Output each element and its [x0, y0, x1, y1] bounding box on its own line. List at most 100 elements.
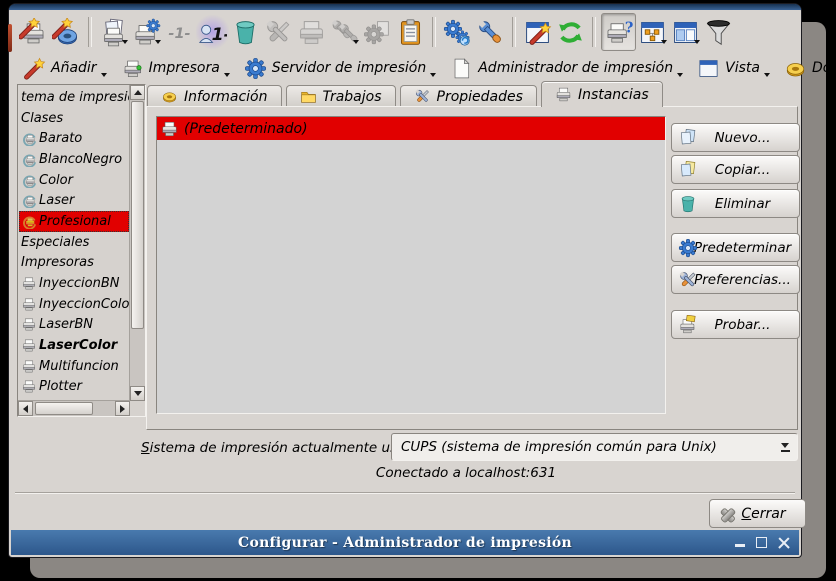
gear-icon	[244, 57, 267, 80]
view-columns-button[interactable]	[669, 14, 702, 50]
arrow-up-icon	[134, 86, 142, 95]
view-tree-button[interactable]	[636, 14, 669, 50]
folder-icon	[300, 88, 317, 105]
scroll-right-button[interactable]	[115, 401, 130, 416]
toolbar-separator	[592, 17, 596, 47]
remove-printer-button[interactable]	[229, 14, 262, 50]
maximize-button[interactable]	[756, 537, 767, 548]
funnel-icon	[704, 18, 733, 47]
menu-label: Impresora	[149, 60, 220, 76]
copy-instance-button[interactable]: Copiar...	[671, 155, 800, 184]
add-class-icon	[52, 18, 81, 47]
tree-item-multifuncion[interactable]: Multifuncion	[19, 356, 129, 377]
footer-divider	[15, 492, 795, 494]
menu-add[interactable]: Añadir	[23, 57, 107, 80]
printer-tree: tema de impresión Clases Barato BlancoNe…	[19, 87, 129, 400]
arrow-left-icon	[19, 405, 28, 413]
document-icon	[450, 57, 473, 80]
tab-instancias-active[interactable]: Instancias	[541, 81, 663, 107]
chevron-underline	[781, 450, 790, 452]
horizontal-scroll-thumb[interactable]	[35, 402, 93, 415]
minimize-button[interactable]	[735, 544, 745, 547]
close-dialog-button[interactable]: Cerrar	[709, 499, 806, 528]
refresh-button[interactable]	[554, 14, 587, 50]
menu-print-manager[interactable]: Administrador de impresión	[450, 57, 683, 80]
tree-item-laser[interactable]: Laser	[19, 190, 129, 211]
add-printer-wizard-button[interactable]	[17, 14, 50, 50]
window-controls	[735, 530, 790, 555]
dropdown-caret-icon	[764, 73, 770, 80]
printer-icon	[297, 18, 326, 47]
vertical-scroll-thumb[interactable]	[131, 101, 144, 329]
tree-item-blanconegro[interactable]: BlancoNegro	[19, 149, 129, 170]
menu-view[interactable]: Vista	[697, 57, 770, 80]
printer-question-icon	[604, 18, 633, 47]
configure-printer-button-disabled	[262, 14, 295, 50]
clipboard-icon	[396, 18, 425, 47]
add-printer-icon	[19, 18, 48, 47]
preferences-button[interactable]: Preferencias...	[671, 265, 800, 294]
menu-documentation[interactable]: Documentación	[784, 57, 836, 80]
dropdown-caret-icon	[122, 40, 128, 47]
tree-item-color[interactable]: Color	[19, 170, 129, 191]
tab-propiedades[interactable]: Propiedades	[400, 85, 537, 107]
tree-item-print-system[interactable]: tema de impresión	[19, 87, 129, 108]
scroll-up-button[interactable]	[130, 85, 145, 100]
instances-list[interactable]: (Predeterminado)	[156, 116, 666, 414]
gears-icon	[443, 18, 472, 47]
menu-print-server[interactable]: Servidor de impresión	[244, 57, 436, 80]
menu-printer[interactable]: Impresora	[121, 57, 230, 80]
tree-vertical-scrollbar[interactable]	[129, 85, 145, 401]
tree-item-classes[interactable]: Clases	[19, 108, 129, 129]
arrow-right-icon	[120, 405, 129, 413]
tree-item-impresoras[interactable]: Impresoras	[19, 253, 129, 274]
gear-documents-icon	[363, 18, 392, 47]
tree-item-plotter[interactable]: Plotter	[19, 377, 129, 398]
instance-row-selected[interactable]: (Predeterminado)	[157, 117, 665, 140]
tree-item-inyeccioncolor[interactable]: InyeccionColor	[19, 294, 129, 315]
printer-icon	[555, 86, 572, 103]
dropdown-caret-icon	[677, 73, 683, 80]
window-titlebar[interactable]: Configurar - Administrador de impresión	[11, 530, 799, 555]
tree-item-lasercolor-default[interactable]: LaserColor	[19, 335, 129, 356]
filter-button[interactable]	[702, 14, 735, 50]
orientation-wizard-button[interactable]	[521, 14, 554, 50]
dropdown-caret-icon	[694, 40, 700, 47]
view-print-queue-button[interactable]	[394, 14, 427, 50]
tree-item-inyeccionbn[interactable]: InyeccionBN	[19, 273, 129, 294]
printer-class-icon	[21, 214, 37, 229]
set-default-button[interactable]: Predeterminar	[671, 233, 800, 262]
tools-icon	[264, 18, 293, 47]
new-instance-button[interactable]: Nuevo...	[671, 123, 800, 152]
printer-tree-panel: tema de impresión Clases Barato BlancoNe…	[17, 84, 146, 417]
print-pages-button[interactable]	[97, 14, 130, 50]
configure-server-button[interactable]	[441, 14, 474, 50]
tab-trabajos[interactable]: Trabajos	[286, 85, 396, 107]
set-local-default-button[interactable]	[196, 14, 229, 50]
scroll-left-button[interactable]	[18, 401, 33, 416]
tools-icon	[414, 88, 431, 105]
test-print-button[interactable]: Probar...	[671, 310, 800, 339]
user-default-icon	[198, 18, 227, 47]
tab-informacion[interactable]: Información	[147, 85, 282, 107]
printer-info-toggle-button[interactable]	[601, 13, 636, 51]
delete-instance-button[interactable]: Eliminar	[671, 189, 800, 218]
tree-item-laserbn[interactable]: LaserBN	[19, 315, 129, 336]
combobox-dropdown[interactable]	[773, 434, 797, 460]
close-window-button[interactable]	[778, 537, 790, 549]
print-system-combobox[interactable]: CUPS (sistema de impresión común para Un…	[391, 433, 798, 461]
scroll-down-button[interactable]	[130, 386, 145, 401]
window-icon	[697, 57, 720, 80]
refresh-icon	[556, 18, 585, 47]
add-printer-class-button[interactable]	[50, 14, 83, 50]
dropdown-caret-icon	[101, 73, 107, 80]
printer-configuration-button[interactable]	[130, 14, 163, 50]
toolbar-separator	[432, 17, 436, 47]
toolbar-separator	[512, 17, 516, 47]
printer-class-icon	[21, 193, 37, 208]
server-tools-button[interactable]	[474, 14, 507, 50]
tree-item-profesional-selected[interactable]: Profesional	[19, 211, 129, 232]
tree-item-barato[interactable]: Barato	[19, 128, 129, 149]
tree-item-especiales[interactable]: Especiales	[19, 232, 129, 253]
tree-horizontal-scrollbar[interactable]	[18, 400, 130, 416]
